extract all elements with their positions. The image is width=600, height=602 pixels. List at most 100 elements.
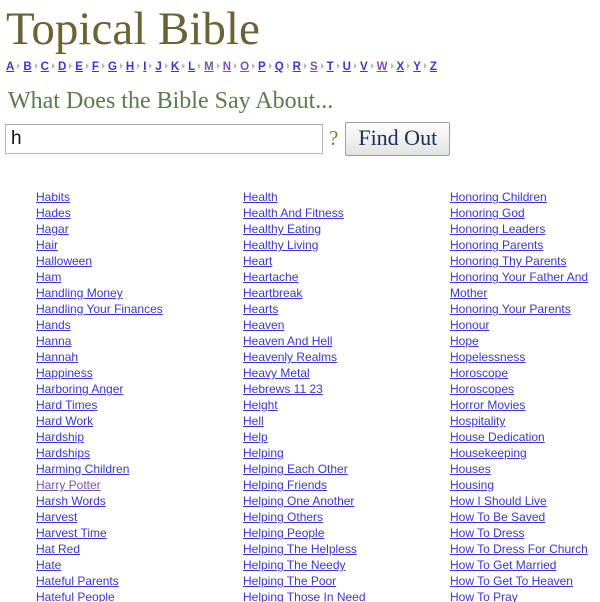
- topic-link[interactable]: Honoring Your Parents: [450, 302, 571, 316]
- search-input[interactable]: [5, 123, 323, 154]
- alphabet-link-p[interactable]: P: [258, 61, 266, 73]
- topic-link[interactable]: How To Get Married: [450, 558, 556, 572]
- alphabet-link-w[interactable]: W: [377, 61, 388, 73]
- topic-link[interactable]: Height: [243, 398, 278, 412]
- topic-link[interactable]: Habits: [36, 190, 70, 204]
- topic-link[interactable]: Hateful People: [36, 590, 115, 602]
- alphabet-link-a[interactable]: A: [6, 61, 14, 73]
- topic-link[interactable]: Help: [243, 430, 268, 444]
- topic-link[interactable]: Ham: [36, 270, 61, 284]
- alphabet-link-e[interactable]: E: [75, 61, 83, 73]
- topic-link[interactable]: Horoscope: [450, 366, 508, 380]
- topic-link[interactable]: Helping Those In Need: [243, 590, 366, 602]
- alphabet-link-g[interactable]: G: [108, 61, 117, 73]
- alphabet-link-t[interactable]: T: [327, 61, 334, 73]
- topic-link[interactable]: How To Dress: [450, 526, 524, 540]
- alphabet-link-v[interactable]: V: [360, 61, 368, 73]
- topic-link[interactable]: Honoring Thy Parents: [450, 254, 567, 268]
- topic-link[interactable]: Harsh Words: [36, 494, 106, 508]
- topic-link[interactable]: Hat Red: [36, 542, 80, 556]
- topic-link[interactable]: Horror Movies: [450, 398, 525, 412]
- topic-link[interactable]: House Dedication: [450, 430, 545, 444]
- topic-link[interactable]: Healthy Eating: [243, 222, 321, 236]
- topic-link[interactable]: Hard Times: [36, 398, 97, 412]
- topic-link[interactable]: Happiness: [36, 366, 93, 380]
- topic-link[interactable]: How To Be Saved: [450, 510, 545, 524]
- topic-link[interactable]: Halloween: [36, 254, 92, 268]
- topic-link[interactable]: Honoring Your Father And Mother: [450, 270, 588, 300]
- topic-link[interactable]: Honoring Leaders: [450, 222, 545, 236]
- alphabet-link-b[interactable]: B: [23, 61, 31, 73]
- alphabet-link-l[interactable]: L: [188, 61, 195, 73]
- topic-link[interactable]: Honoring Parents: [450, 238, 543, 252]
- topic-link[interactable]: Hardship: [36, 430, 84, 444]
- topic-link[interactable]: Harvest: [36, 510, 77, 524]
- alphabet-link-k[interactable]: K: [171, 61, 179, 73]
- topic-link[interactable]: Harvest Time: [36, 526, 107, 540]
- topic-link[interactable]: Harboring Anger: [36, 382, 123, 396]
- topic-link[interactable]: Hannah: [36, 350, 78, 364]
- topic-link[interactable]: Hands: [36, 318, 71, 332]
- topic-link[interactable]: Horoscopes: [450, 382, 514, 396]
- topic-link[interactable]: Harming Children: [36, 462, 129, 476]
- topic-link[interactable]: Honour: [450, 318, 489, 332]
- topic-link[interactable]: Hell: [243, 414, 264, 428]
- alphabet-link-q[interactable]: Q: [275, 61, 284, 73]
- topic-link[interactable]: Health: [243, 190, 278, 204]
- alphabet-link-s[interactable]: S: [310, 61, 318, 73]
- topic-link[interactable]: Honoring Children: [450, 190, 547, 204]
- topic-link[interactable]: Hopelessness: [450, 350, 525, 364]
- topic-link[interactable]: Hades: [36, 206, 71, 220]
- topic-link[interactable]: Hateful Parents: [36, 574, 119, 588]
- alphabet-link-j[interactable]: J: [155, 61, 161, 73]
- topic-link[interactable]: Honoring God: [450, 206, 525, 220]
- topic-link[interactable]: How To Get To Heaven: [450, 574, 573, 588]
- topic-link[interactable]: How To Pray: [450, 590, 518, 602]
- alphabet-link-c[interactable]: C: [41, 61, 49, 73]
- alphabet-link-f[interactable]: F: [92, 61, 99, 73]
- topic-link[interactable]: Heartbreak: [243, 286, 302, 300]
- topic-link[interactable]: Health And Fitness: [243, 206, 344, 220]
- topic-link[interactable]: Hate: [36, 558, 61, 572]
- topic-link[interactable]: Hardships: [36, 446, 90, 460]
- topic-link[interactable]: Helping The Needy: [243, 558, 346, 572]
- topic-link[interactable]: Helping People: [243, 526, 324, 540]
- topic-link[interactable]: How To Dress For Church: [450, 542, 588, 556]
- topic-link[interactable]: Hospitality: [450, 414, 505, 428]
- topic-link[interactable]: Hearts: [243, 302, 278, 316]
- alphabet-link-o[interactable]: O: [240, 61, 249, 73]
- topic-link[interactable]: Harry Potter: [36, 478, 101, 492]
- topic-link[interactable]: Houses: [450, 462, 491, 476]
- find-out-button[interactable]: Find Out: [345, 121, 451, 156]
- topic-link[interactable]: Helping Each Other: [243, 462, 348, 476]
- alphabet-link-i[interactable]: I: [143, 61, 146, 73]
- topic-link[interactable]: Hagar: [36, 222, 69, 236]
- topic-link[interactable]: Hope: [450, 334, 479, 348]
- topic-link[interactable]: Helping Others: [243, 510, 323, 524]
- topic-link[interactable]: Housing: [450, 478, 494, 492]
- topic-link[interactable]: Hard Work: [36, 414, 93, 428]
- topic-link[interactable]: Helping The Helpless: [243, 542, 357, 556]
- alphabet-link-r[interactable]: R: [293, 61, 301, 73]
- topic-link[interactable]: Helping: [243, 446, 284, 460]
- topic-link[interactable]: Hanna: [36, 334, 71, 348]
- topic-link[interactable]: Helping One Another: [243, 494, 354, 508]
- alphabet-link-m[interactable]: M: [204, 61, 214, 73]
- alphabet-link-u[interactable]: U: [343, 61, 351, 73]
- topic-link[interactable]: Hebrews 11 23: [243, 382, 323, 396]
- topic-link[interactable]: Heavenly Realms: [243, 350, 337, 364]
- topic-link[interactable]: Handling Money: [36, 286, 123, 300]
- topic-link[interactable]: Heavy Metal: [243, 366, 310, 380]
- alphabet-link-x[interactable]: X: [397, 61, 405, 73]
- topic-link[interactable]: Heaven And Hell: [243, 334, 332, 348]
- topic-link[interactable]: Heart: [243, 254, 272, 268]
- topic-link[interactable]: How I Should Live: [450, 494, 547, 508]
- topic-link[interactable]: Healthy Living: [243, 238, 318, 252]
- alphabet-link-z[interactable]: Z: [430, 61, 437, 73]
- alphabet-link-h[interactable]: H: [126, 61, 134, 73]
- alphabet-link-n[interactable]: N: [223, 61, 231, 73]
- topic-link[interactable]: Handling Your Finances: [36, 302, 163, 316]
- topic-link[interactable]: Helping Friends: [243, 478, 327, 492]
- topic-link[interactable]: Heaven: [243, 318, 284, 332]
- topic-link[interactable]: Heartache: [243, 270, 298, 284]
